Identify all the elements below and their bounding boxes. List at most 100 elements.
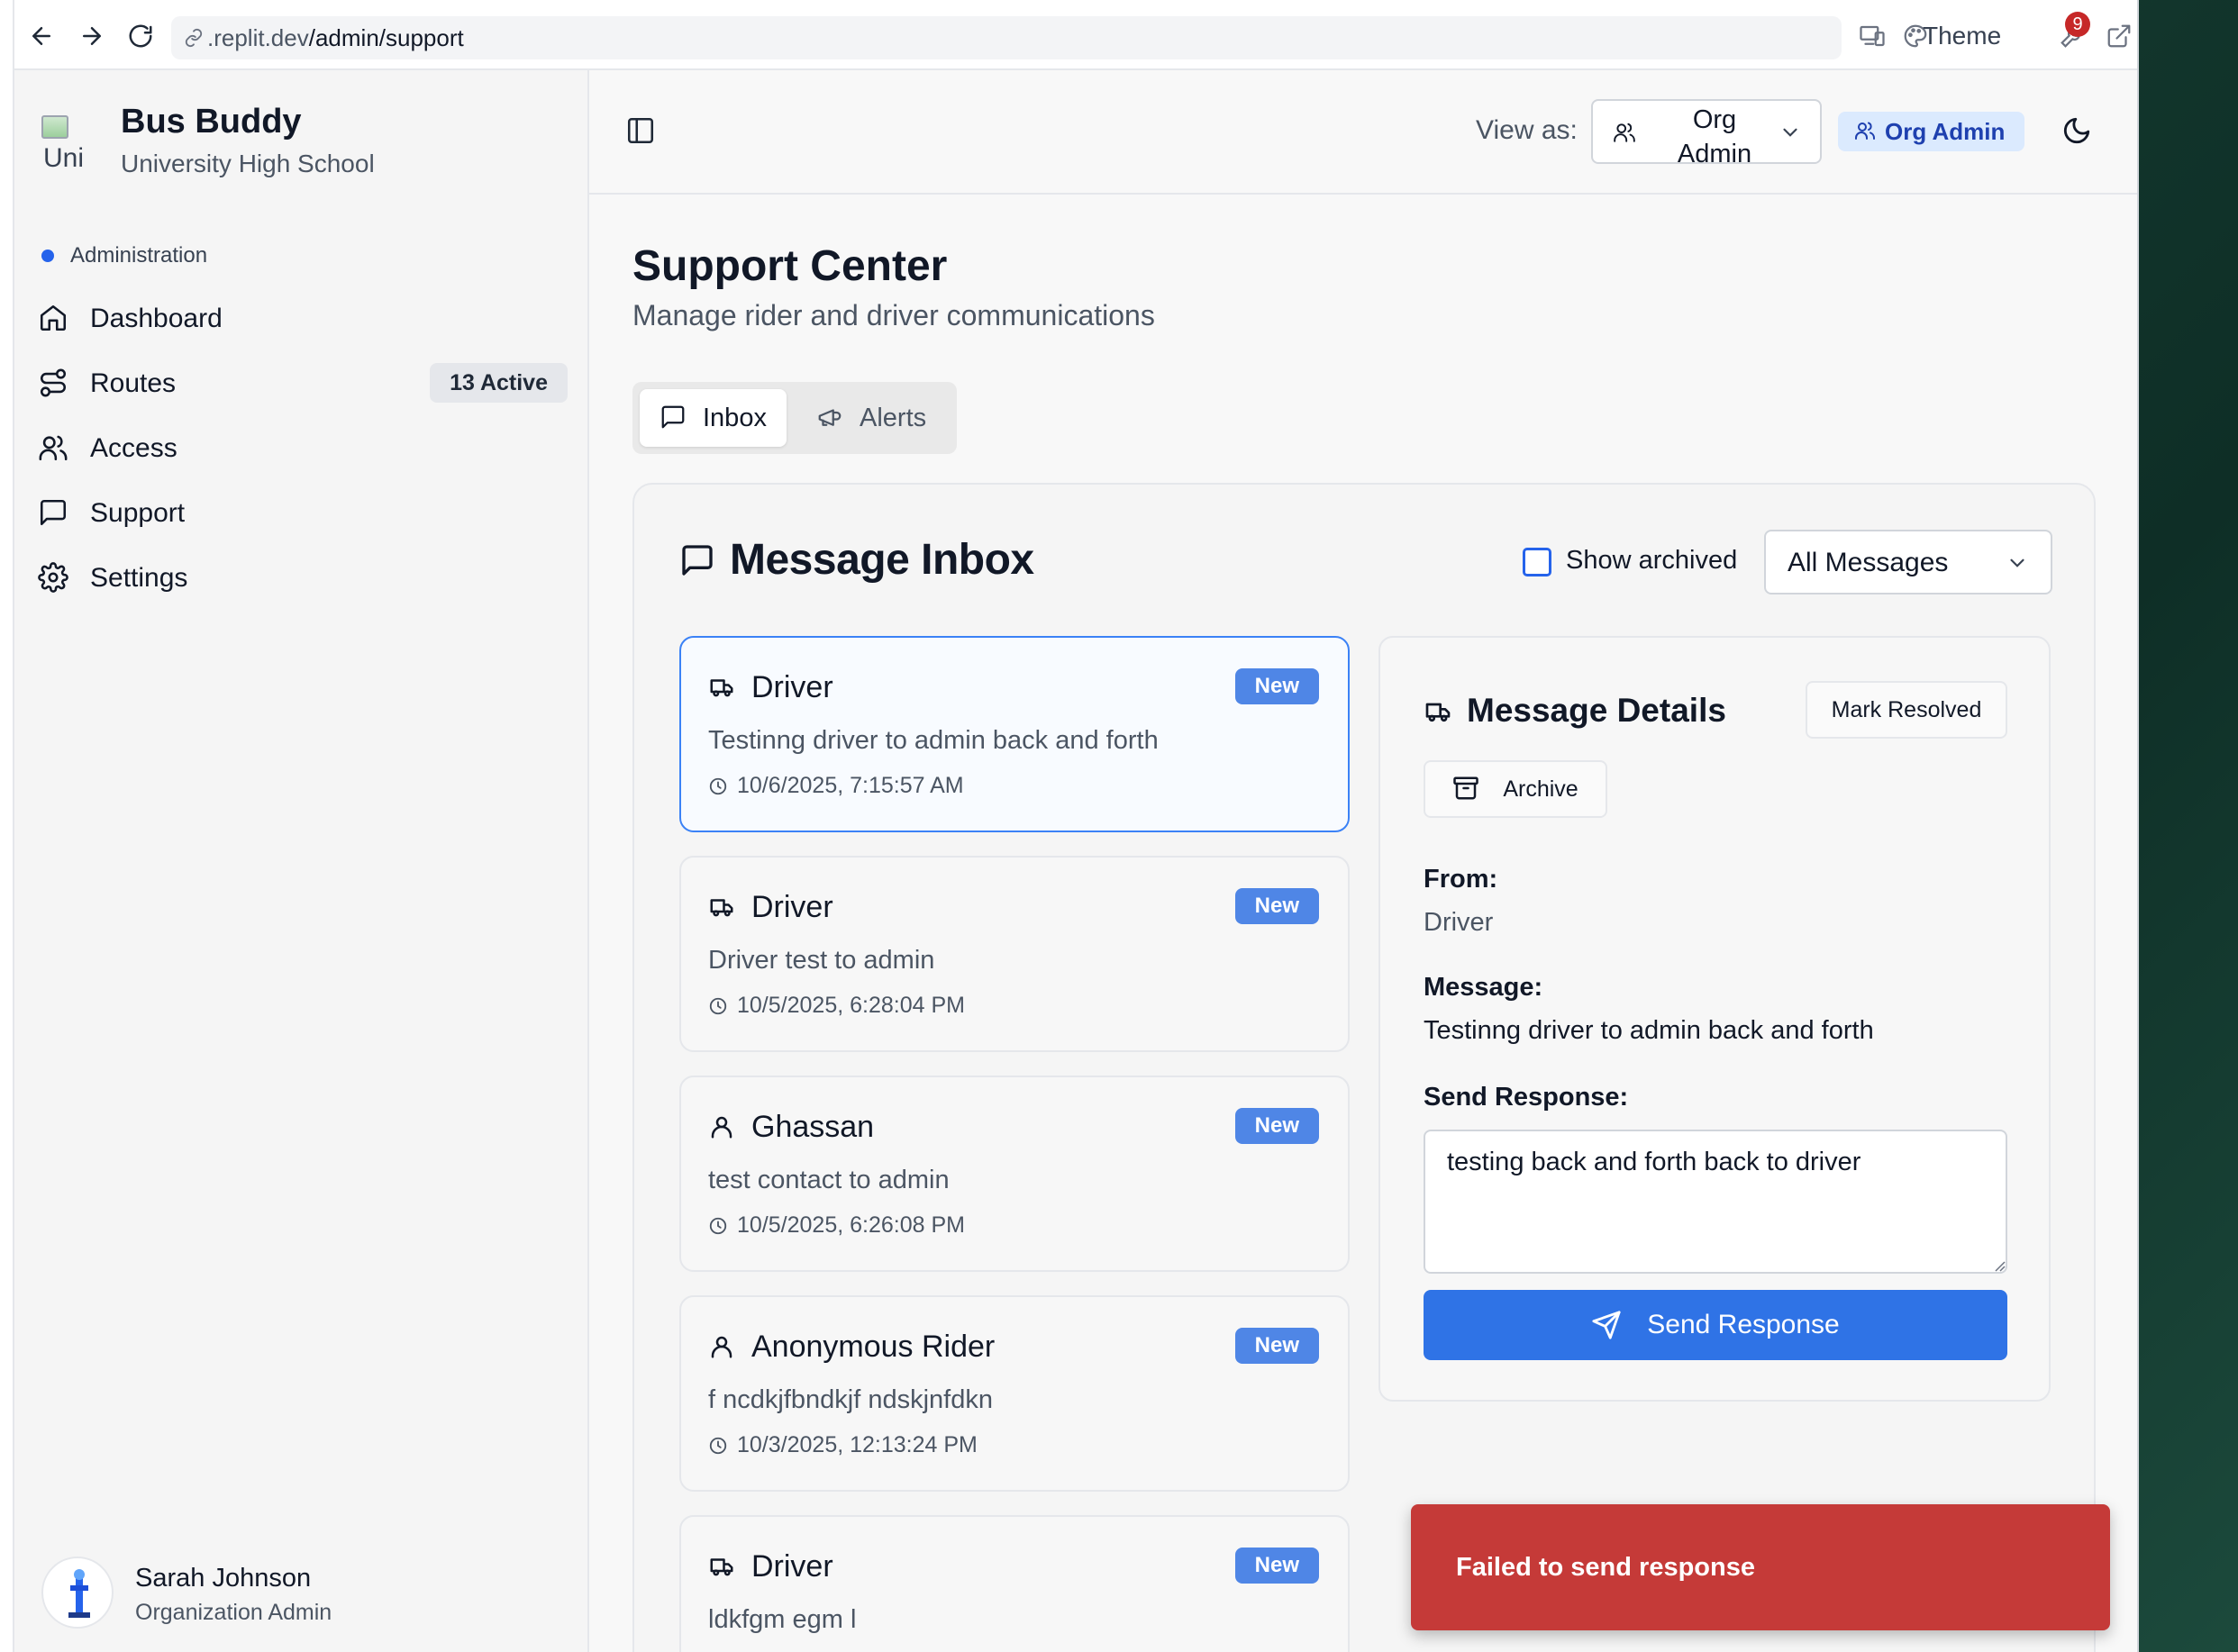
truck-icon [708, 1553, 737, 1582]
address-bar[interactable]: .replit.dev/admin/support [171, 16, 1842, 59]
route-icon [38, 368, 70, 400]
logo-alt-text: Uni [43, 143, 85, 169]
back-arrow-icon[interactable] [25, 20, 58, 52]
chevron-down-icon [2006, 551, 2031, 576]
org-name: University High School [121, 150, 375, 177]
page-title: Support Center [632, 242, 948, 290]
view-as-value: Org Admin [1677, 105, 1752, 168]
user-icon [708, 1113, 737, 1142]
users-icon [1613, 121, 1638, 146]
url-host: .replit.dev [207, 23, 309, 51]
message-card[interactable]: Driver New Testinng driver to admin back… [679, 636, 1350, 832]
clock-icon [708, 996, 728, 1016]
message-timestamp: 10/3/2025, 12:13:24 PM [708, 1432, 978, 1458]
org-logo-image: Uni [41, 115, 96, 169]
inbox-title: Message Inbox [730, 536, 1034, 584]
sidebar: Uni Bus Buddy University High School Adm… [13, 70, 589, 1652]
message-filter-select[interactable]: All Messages [1764, 530, 2052, 595]
truck-icon [708, 674, 737, 703]
users-icon [38, 432, 70, 465]
theme-label[interactable]: Theme [1923, 22, 2001, 50]
truck-icon [1424, 697, 1454, 728]
message-card[interactable]: Driver New Driver test to admin 10/5/202… [679, 856, 1350, 1052]
new-badge: New [1234, 668, 1319, 704]
message-sender: Driver [751, 670, 833, 704]
clock-icon [708, 1436, 728, 1456]
sidebar-item-routes[interactable]: Routes 13 Active [38, 359, 578, 409]
gear-icon [38, 562, 70, 595]
details-title: Message Details [1467, 692, 1726, 729]
message-timestamp: 10/6/2025, 7:15:57 AM [708, 773, 964, 799]
sidebar-item-support[interactable]: Support [38, 488, 578, 539]
archive-button[interactable]: Archive [1424, 760, 1607, 818]
response-label: Send Response: [1424, 1083, 1629, 1112]
notification-badge: 9 [2065, 12, 2090, 37]
message-card[interactable]: Driver New ldkfgm egm l [679, 1515, 1350, 1652]
message-label: Message: [1424, 973, 1543, 1002]
view-as-select[interactable]: Org Admin [1591, 99, 1822, 168]
sidebar-toggle-icon[interactable] [625, 115, 658, 148]
message-sender: Anonymous Rider [751, 1330, 996, 1364]
section-label-administration: Administration [41, 243, 207, 268]
user-role: Organization Admin [135, 1600, 332, 1625]
home-icon [38, 303, 70, 335]
message-sender: Driver [751, 890, 833, 924]
chevron-down-icon [1779, 121, 1804, 146]
external-link-icon[interactable] [2103, 20, 2135, 52]
url-path: /admin/support [308, 23, 464, 51]
app-name: Bus Buddy [121, 103, 302, 141]
mark-resolved-button[interactable]: Mark Resolved [1806, 681, 2007, 739]
sidebar-item-label: Support [90, 498, 186, 528]
message-square-icon [38, 497, 70, 530]
message-preview: test contact to admin [708, 1166, 950, 1194]
routes-active-badge: 13 Active [430, 363, 568, 403]
message-preview: f ncdkjfbndkjf ndskjnfdkn [708, 1385, 993, 1414]
moon-icon[interactable] [2061, 115, 2094, 148]
message-inbox-panel: Message Inbox Show archived All Messages… [632, 483, 2096, 1652]
status-dot [41, 250, 54, 262]
sidebar-item-label: Settings [90, 563, 188, 593]
resize-grip-icon[interactable] [1993, 1259, 2006, 1272]
message-preview: Testinng driver to admin back and forth [708, 726, 1159, 755]
show-archived-checkbox[interactable] [1523, 548, 1551, 576]
archive-icon [1452, 775, 1481, 803]
clock-icon [708, 1216, 728, 1236]
message-square-icon [679, 542, 715, 578]
avatar[interactable] [41, 1557, 114, 1629]
show-archived-label[interactable]: Show archived [1566, 546, 1737, 576]
view-as-label: View as: [1476, 115, 1578, 145]
sidebar-item-dashboard[interactable]: Dashboard [38, 294, 578, 344]
clock-icon [708, 776, 728, 796]
response-textarea[interactable]: testing back and forth back to driver [1424, 1130, 2007, 1274]
error-toast[interactable]: Failed to send response [1411, 1504, 2110, 1630]
new-badge: New [1234, 1108, 1319, 1144]
browser-window: .replit.dev/admin/support Theme 9 Uni Bu… [0, 0, 2139, 1652]
user-icon [708, 1333, 737, 1362]
top-header: View as: Org Admin Org Admin [589, 70, 2137, 195]
page-subtitle: Manage rider and driver communications [632, 299, 1155, 331]
devices-icon[interactable] [1856, 20, 1888, 52]
message-square-icon [660, 404, 688, 432]
tab-alerts[interactable]: Alerts [796, 389, 946, 447]
from-value: Driver [1424, 908, 1494, 937]
sidebar-item-label: Dashboard [90, 304, 223, 333]
from-label: From: [1424, 865, 1498, 894]
browser-toolbar: .replit.dev/admin/support Theme 9 [13, 0, 2137, 70]
send-icon [1591, 1310, 1622, 1340]
new-badge: New [1234, 888, 1319, 924]
message-card[interactable]: Anonymous Rider New f ncdkjfbndkjf ndskj… [679, 1295, 1350, 1492]
forward-arrow-icon[interactable] [76, 20, 108, 52]
sidebar-item-access[interactable]: Access [38, 423, 578, 474]
message-value: Testinng driver to admin back and forth [1424, 1016, 1874, 1045]
tab-inbox[interactable]: Inbox [640, 389, 787, 447]
send-response-button[interactable]: Send Response [1424, 1290, 2007, 1360]
new-badge: New [1234, 1548, 1319, 1584]
sidebar-item-settings[interactable]: Settings [38, 553, 578, 604]
link-icon [184, 28, 204, 48]
reload-icon[interactable] [124, 20, 157, 52]
message-card[interactable]: Ghassan New test contact to admin 10/5/2… [679, 1076, 1350, 1272]
new-badge: New [1234, 1328, 1319, 1364]
message-timestamp: 10/5/2025, 6:26:08 PM [708, 1212, 965, 1239]
tab-list: Inbox Alerts [632, 382, 957, 454]
message-details-panel: Message Details Mark Resolved Archive Fr… [1378, 636, 2051, 1402]
